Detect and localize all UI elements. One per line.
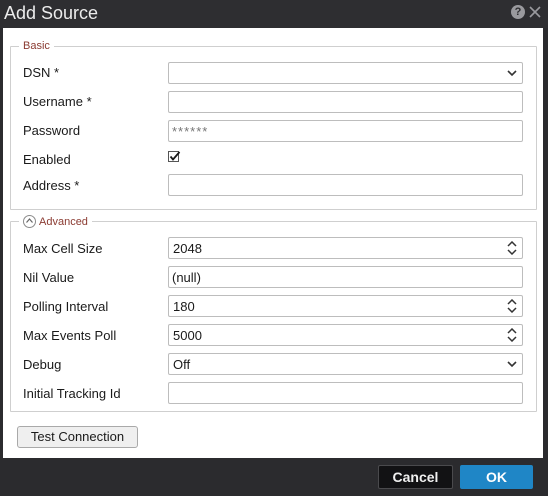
ok-button[interactable]: OK bbox=[460, 465, 533, 489]
debug-label: Debug bbox=[23, 357, 62, 372]
dsn-label: DSN * bbox=[23, 65, 60, 80]
dialog-title-bar: Add Source ? bbox=[0, 0, 548, 28]
nil-value-label: Nil Value bbox=[23, 270, 75, 285]
username-field-wrap bbox=[168, 91, 523, 113]
polling-interval-value: 180 bbox=[173, 299, 195, 314]
nil-value-field-wrap bbox=[168, 266, 523, 288]
username-field[interactable] bbox=[169, 92, 492, 112]
spinner-icon[interactable] bbox=[507, 328, 517, 342]
max-cell-size-stepper[interactable]: 2048 bbox=[168, 237, 523, 259]
username-label: Username * bbox=[23, 94, 92, 109]
spinner-icon[interactable] bbox=[507, 299, 517, 313]
address-field[interactable] bbox=[169, 175, 492, 195]
address-field-wrap bbox=[168, 174, 523, 196]
initial-tracking-id-field[interactable] bbox=[169, 383, 492, 403]
collapse-icon[interactable] bbox=[23, 215, 36, 228]
password-label: Password bbox=[23, 123, 81, 138]
cancel-button[interactable]: Cancel bbox=[378, 465, 453, 489]
spinner-icon[interactable] bbox=[507, 241, 517, 255]
debug-value: Off bbox=[173, 357, 191, 372]
password-field[interactable] bbox=[169, 121, 492, 141]
dialog-title: Add Source bbox=[4, 3, 99, 23]
dsn-select[interactable] bbox=[168, 62, 523, 84]
max-cell-size-label: Max Cell Size bbox=[23, 241, 103, 256]
polling-interval-stepper[interactable]: 180 bbox=[168, 295, 523, 317]
initial-tracking-id-field-wrap bbox=[168, 382, 523, 404]
polling-interval-label: Polling Interval bbox=[23, 299, 109, 314]
close-icon[interactable] bbox=[527, 4, 543, 20]
max-events-poll-stepper[interactable]: 5000 bbox=[168, 324, 523, 346]
initial-tracking-id-label: Initial Tracking Id bbox=[23, 386, 121, 401]
debug-select[interactable]: Off bbox=[168, 353, 523, 375]
help-icon[interactable]: ? bbox=[511, 5, 525, 19]
basic-legend: Basic bbox=[23, 40, 50, 52]
advanced-legend-label: Advanced bbox=[39, 215, 88, 228]
enabled-label: Enabled bbox=[23, 152, 71, 167]
max-cell-size-value: 2048 bbox=[173, 241, 202, 256]
chevron-down-icon bbox=[507, 361, 517, 368]
enabled-checkbox[interactable] bbox=[168, 151, 181, 164]
advanced-legend[interactable]: Advanced bbox=[19, 215, 92, 228]
address-label: Address * bbox=[23, 178, 80, 193]
max-events-poll-value: 5000 bbox=[173, 328, 202, 343]
max-events-poll-label: Max Events Poll bbox=[23, 328, 117, 343]
dialog-body: Basic DSN * Username * Password Enabled … bbox=[3, 28, 543, 458]
nil-value-field[interactable] bbox=[169, 267, 492, 287]
chevron-down-icon bbox=[507, 70, 517, 77]
test-connection-button[interactable]: Test Connection bbox=[17, 426, 138, 448]
password-field-wrap bbox=[168, 120, 523, 142]
